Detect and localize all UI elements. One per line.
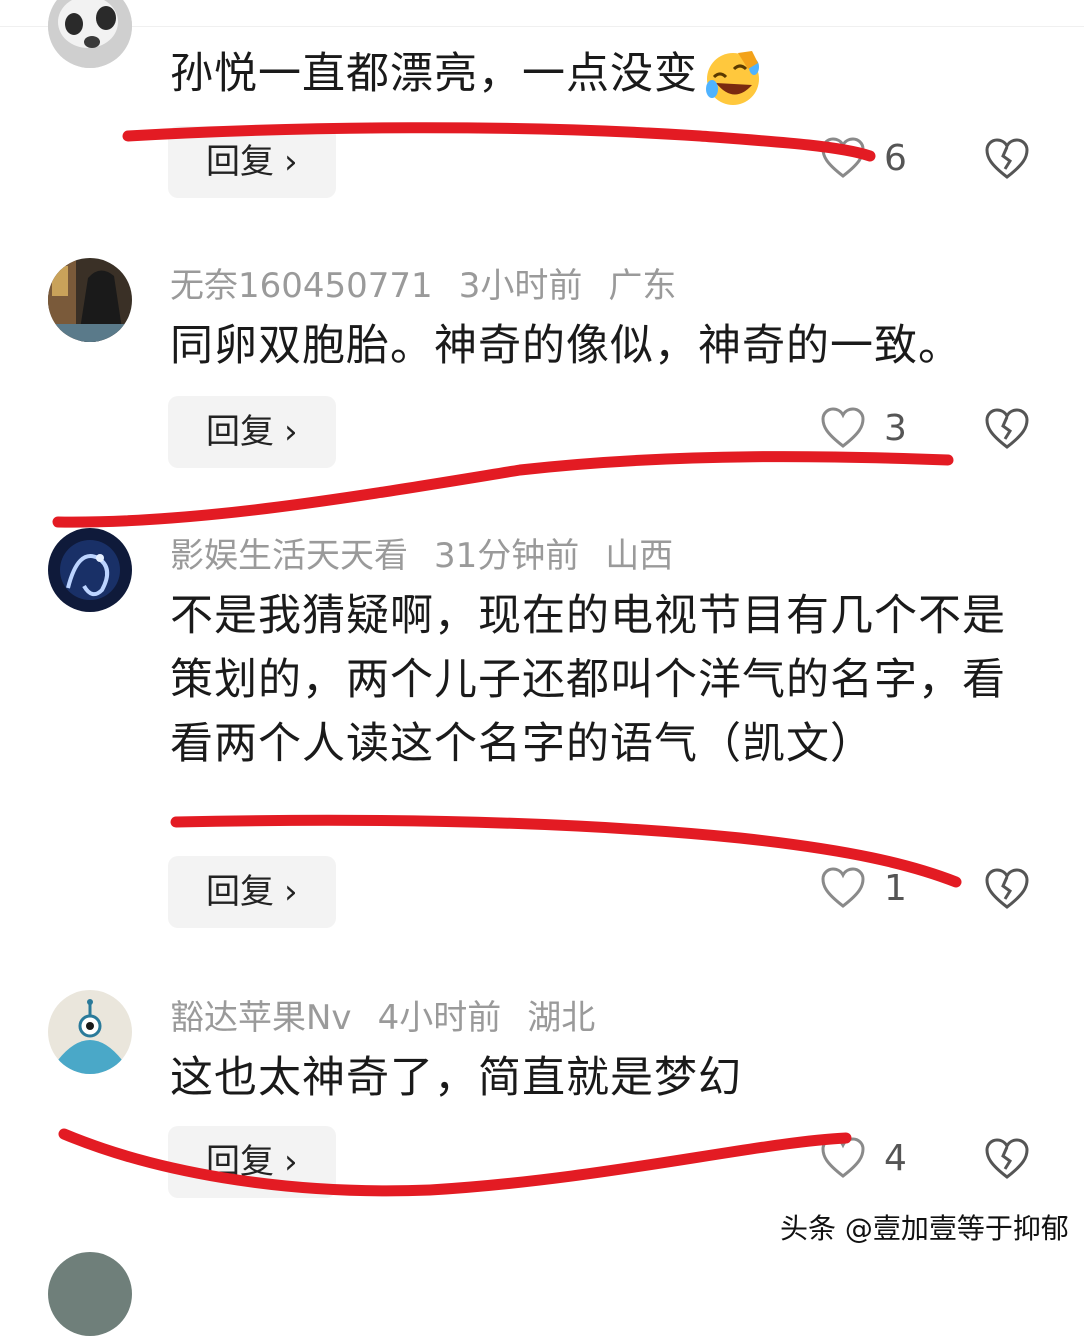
annotation-underline (122, 122, 876, 162)
watermark: 头条 @壹加壹等于抑郁 (770, 1201, 1070, 1247)
annotation-underline (170, 814, 962, 888)
annotation-overlay (52, 122, 962, 1197)
annotation-underline (58, 1128, 852, 1197)
annotation-underline (52, 451, 954, 528)
